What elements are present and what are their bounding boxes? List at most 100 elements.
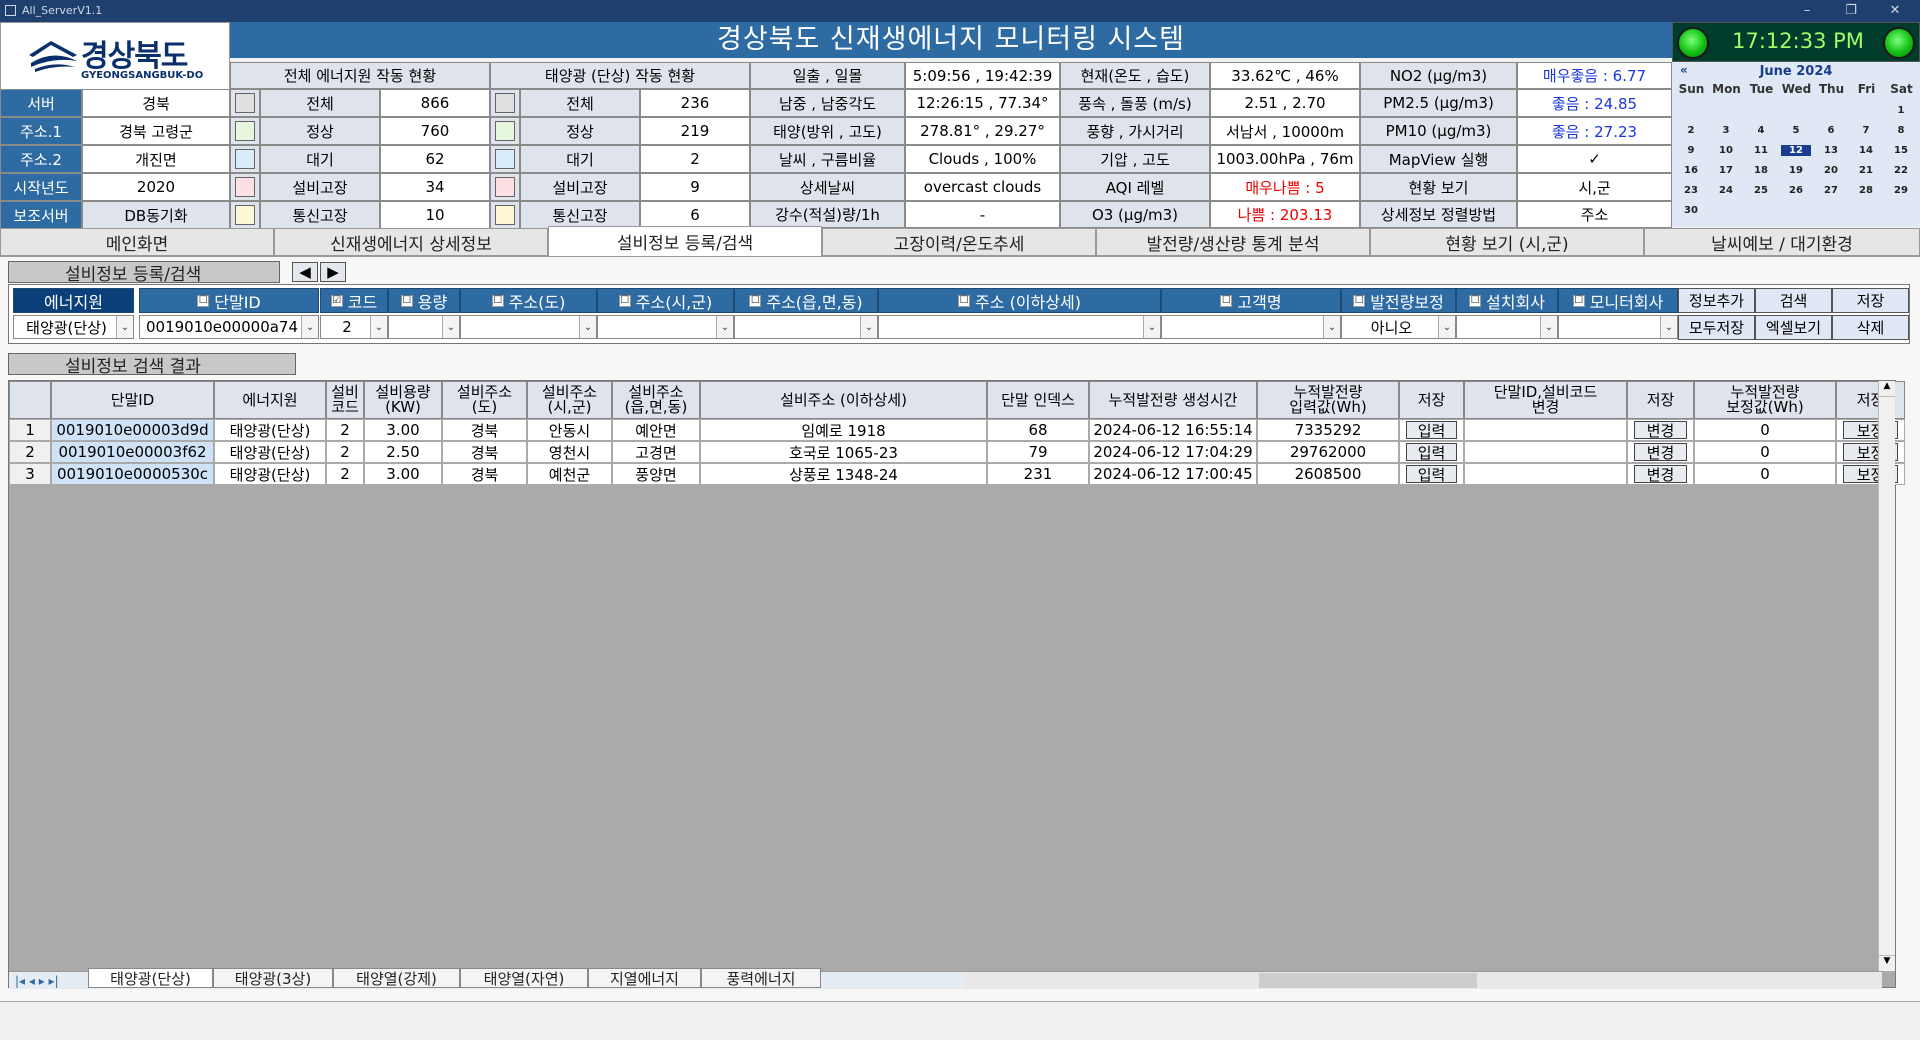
table-cell[interactable] (1464, 441, 1627, 463)
calendar-day[interactable]: 20 (1816, 165, 1846, 176)
table-cell[interactable]: 입력 (1399, 419, 1464, 441)
table-cell[interactable]: 변경 (1627, 441, 1694, 463)
scroll-thumb[interactable] (1259, 973, 1477, 988)
calendar-day[interactable]: 23 (1676, 185, 1706, 196)
filter-header[interactable]: ☐ 주소(읍,면,동) (734, 288, 878, 313)
dropdown-arrow-icon[interactable]: ⌄ (370, 316, 387, 338)
column-header[interactable]: 설비 코드 (326, 381, 364, 419)
calendar-day[interactable]: 19 (1781, 165, 1811, 176)
calendar-day[interactable]: 13 (1816, 145, 1846, 156)
filter-dropdown[interactable]: 0019010e00000a74 ⌄ (139, 315, 319, 339)
calendar-day[interactable]: 1 (1886, 105, 1916, 116)
filter-checkbox[interactable]: ☐ (1572, 294, 1585, 307)
dropdown-arrow-icon[interactable]: ⌄ (1540, 316, 1557, 338)
close-button[interactable]: ✕ (1880, 2, 1910, 20)
calendar-day[interactable]: 8 (1886, 125, 1916, 136)
calendar-day[interactable]: 17 (1711, 165, 1741, 176)
table-cell[interactable]: 입력 (1399, 441, 1464, 463)
calendar-day[interactable]: 3 (1711, 125, 1741, 136)
filter-header[interactable]: ☐ 단말ID (139, 288, 319, 313)
dropdown-arrow-icon[interactable]: ⌄ (579, 316, 596, 338)
table-cell[interactable]: 변경 (1627, 463, 1694, 485)
filter-dropdown[interactable]: ⌄ (460, 315, 597, 339)
next-record-button[interactable]: ▶ (320, 262, 346, 282)
filter-header[interactable]: ☐ 주소(도) (460, 288, 597, 313)
column-header[interactable]: 저장 (1627, 381, 1694, 419)
dropdown-arrow-icon[interactable]: ⌄ (1438, 316, 1455, 338)
filter-checkbox[interactable]: ☐ (400, 294, 413, 307)
column-header[interactable]: 단말ID (51, 381, 214, 419)
column-header[interactable]: 단말ID,설비코드 변경 (1464, 381, 1627, 419)
column-header[interactable]: 설비주소 (도) (442, 381, 527, 419)
sheet-tab[interactable]: 풍력에너지 (701, 968, 821, 988)
row-action-button[interactable]: 변경 (1634, 443, 1687, 462)
calendar-day[interactable]: 2 (1676, 125, 1706, 136)
column-header[interactable]: 누적발전량 생성시간 (1089, 381, 1257, 419)
sheet-nav-icon[interactable]: |◂ ◂ ▸ ▸| (15, 974, 59, 988)
table-cell[interactable]: 변경 (1627, 419, 1694, 441)
row-action-button[interactable]: 입력 (1406, 465, 1457, 484)
table-cell[interactable]: 입력 (1399, 463, 1464, 485)
calendar-day[interactable]: 11 (1746, 145, 1776, 156)
calendar-day[interactable]: 21 (1851, 165, 1881, 176)
delete-button[interactable]: 삭제 (1832, 315, 1909, 340)
filter-header[interactable]: ☐ 주소 (이하상세) (878, 288, 1161, 313)
scroll-down-icon[interactable]: ▼ (1879, 955, 1895, 971)
filter-dropdown[interactable]: ⌄ (878, 315, 1161, 339)
calendar-day[interactable]: 7 (1851, 125, 1881, 136)
filter-dropdown[interactable]: 2 ⌄ (320, 315, 388, 339)
add-info-button[interactable]: 정보추가 (1678, 288, 1755, 313)
row-action-button[interactable]: 입력 (1406, 443, 1457, 462)
sheet-tab[interactable]: 태양열(강제) (333, 968, 460, 988)
tab-7[interactable]: 날씨예보 / 대기환경 (1644, 228, 1920, 256)
calendar-day[interactable]: 9 (1676, 145, 1706, 156)
row-action-button[interactable]: 변경 (1634, 465, 1687, 484)
calendar-day[interactable]: 28 (1851, 185, 1881, 196)
calendar-day[interactable]: 14 (1851, 145, 1881, 156)
prev-record-button[interactable]: ◀ (292, 262, 318, 282)
filter-header[interactable]: ☐ 용량 (388, 288, 460, 313)
column-header[interactable]: 누적발전량 보정값(Wh) (1694, 381, 1836, 419)
air-value[interactable]: 시,군 (1517, 173, 1672, 201)
table-cell[interactable]: 0 (1694, 463, 1836, 485)
filter-header[interactable]: ☐ 주소(시,군) (597, 288, 734, 313)
filter-dropdown[interactable]: ⌄ (1456, 315, 1558, 339)
calendar-day[interactable]: 22 (1886, 165, 1916, 176)
server-value[interactable]: DB동기화 (82, 201, 230, 229)
filter-dropdown[interactable]: ⌄ (1558, 315, 1678, 339)
calendar-day[interactable]: 29 (1886, 185, 1916, 196)
tab-6[interactable]: 현황 보기 (시,군) (1370, 228, 1644, 256)
calendar-day[interactable]: 24 (1711, 185, 1741, 196)
excel-view-button[interactable]: 엑셀보기 (1755, 315, 1832, 340)
column-header[interactable]: 누적발전량 입력값(Wh) (1257, 381, 1399, 419)
restore-button[interactable]: ❐ (1836, 2, 1866, 20)
filter-checkbox[interactable]: ☐ (749, 294, 762, 307)
filter-checkbox[interactable]: ☐ (618, 294, 631, 307)
dropdown-arrow-icon[interactable]: ⌄ (1660, 316, 1677, 338)
column-header[interactable]: 설비용량 (KW) (364, 381, 442, 419)
column-header[interactable]: 단말 인덱스 (987, 381, 1089, 419)
tab-1[interactable]: 메인화면 (0, 228, 274, 256)
sheet-tab[interactable]: 태양광(3상) (213, 968, 333, 988)
dropdown-arrow-icon[interactable]: ⌄ (116, 316, 133, 338)
minimize-button[interactable]: – (1792, 2, 1822, 20)
filter-checkbox[interactable]: ☐ (1353, 294, 1366, 307)
calendar-day[interactable]: 10 (1711, 145, 1741, 156)
filter-header[interactable]: ☐ 설치회사 (1456, 288, 1558, 313)
horizontal-scrollbar[interactable] (964, 971, 1882, 989)
sheet-tab[interactable]: 태양광(단상) (88, 968, 213, 988)
filter-dropdown[interactable]: ⌄ (597, 315, 734, 339)
table-cell[interactable] (1464, 463, 1627, 485)
dropdown-arrow-icon[interactable]: ⌄ (716, 316, 733, 338)
filter-checkbox[interactable]: ☐ (1469, 294, 1482, 307)
filter-header[interactable]: ☑ 코드 (320, 288, 388, 313)
column-header[interactable]: 설비주소 (이하상세) (700, 381, 987, 419)
tab-2[interactable]: 신재생에너지 상세정보 (274, 228, 548, 256)
dropdown-arrow-icon[interactable]: ⌄ (301, 316, 318, 338)
sheet-tab[interactable]: 태양열(자연) (460, 968, 588, 988)
calendar-day[interactable]: 27 (1816, 185, 1846, 196)
vertical-scrollbar[interactable]: ▲ ▼ (1878, 381, 1895, 971)
dropdown-arrow-icon[interactable]: ⌄ (1323, 316, 1340, 338)
dropdown-arrow-icon[interactable]: ⌄ (1143, 316, 1160, 338)
table-cell[interactable]: 0 (1694, 419, 1836, 441)
